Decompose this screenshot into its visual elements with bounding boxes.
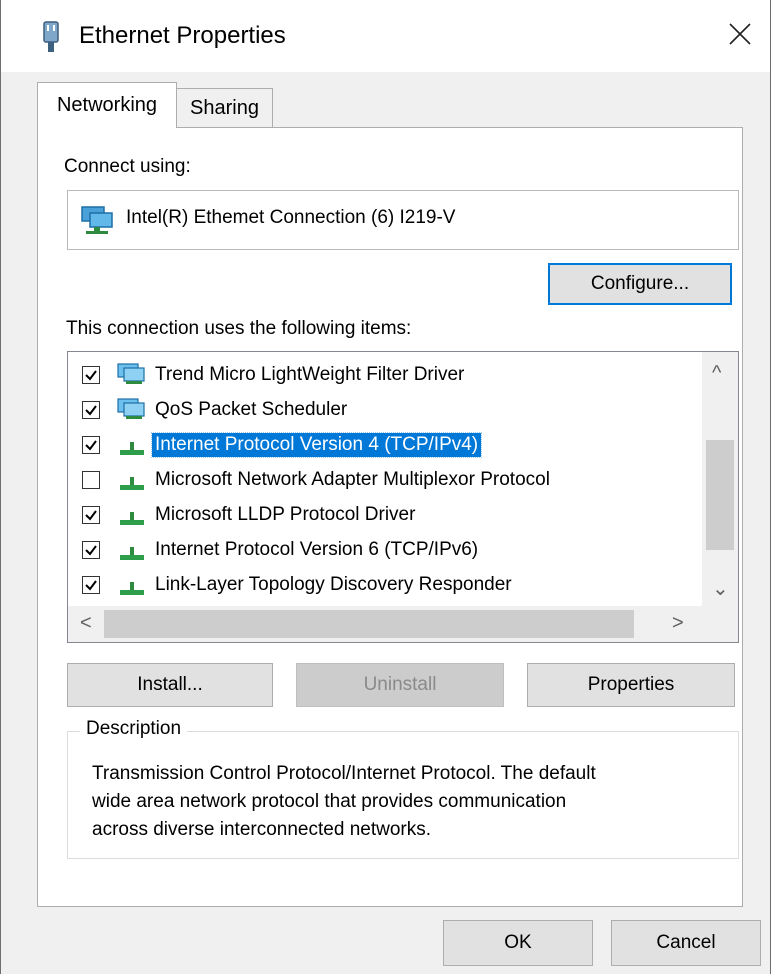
item-checkbox[interactable] [82, 366, 100, 384]
list-item[interactable]: Trend Micro LightWeight Filter Driver [68, 358, 698, 393]
configure-button[interactable]: Configure... [548, 263, 732, 305]
network-adapter-icon [41, 20, 61, 54]
description-text: Transmission Control Protocol/Internet P… [92, 760, 712, 844]
item-checkbox[interactable] [82, 471, 100, 489]
item-checkbox[interactable] [82, 541, 100, 559]
configure-button-label: Configure... [590, 273, 690, 294]
description-line: across diverse interconnected networks. [92, 819, 431, 840]
scroll-down-icon[interactable]: ⌄ [712, 576, 729, 601]
item-label: QoS Packet Scheduler [155, 399, 348, 420]
close-icon [729, 23, 751, 45]
protocol-icon [116, 502, 148, 533]
uninstall-button-label: Uninstall [363, 674, 437, 695]
list-item[interactable]: Link-Layer Topology Discovery Responder [68, 568, 698, 603]
network-service-icon [116, 397, 148, 428]
vertical-scroll-thumb[interactable] [706, 440, 734, 550]
item-label: Microsoft Network Adapter Multiplexor Pr… [155, 469, 550, 490]
item-label: Internet Protocol Version 6 (TCP/IPv6) [155, 539, 479, 560]
horizontal-scroll-thumb[interactable] [104, 610, 634, 638]
properties-button-label: Properties [587, 674, 675, 695]
item-checkbox[interactable] [82, 576, 100, 594]
title-bar: Ethernet Properties [1, 0, 770, 72]
horizontal-scrollbar[interactable]: < > [68, 606, 738, 642]
protocol-icon [116, 432, 148, 463]
item-label: Trend Micro LightWeight Filter Driver [155, 364, 465, 385]
list-item[interactable]: Internet Protocol Version 6 (TCP/IPv6) [68, 533, 698, 568]
protocol-icon [116, 537, 148, 568]
description-line: Transmission Control Protocol/Internet P… [92, 763, 596, 784]
ok-button-label: OK [504, 932, 532, 953]
install-button[interactable]: Install... [67, 663, 273, 707]
scroll-right-icon[interactable]: > [672, 612, 684, 635]
tab-sharing-label: Sharing [190, 97, 259, 119]
list-item[interactable]: QoS Packet Scheduler [68, 393, 698, 428]
description-legend: Description [80, 718, 188, 740]
scroll-left-icon[interactable]: < [80, 612, 92, 635]
network-adapter-icon [80, 205, 114, 240]
list-item[interactable]: Internet Protocol Version 4 (TCP/IPv4) [68, 428, 698, 463]
cancel-button-label: Cancel [656, 932, 716, 953]
properties-button[interactable]: Properties [527, 663, 735, 707]
vertical-scrollbar[interactable]: ^ ⌄ [702, 352, 738, 607]
tab-sharing[interactable]: Sharing [177, 88, 273, 128]
networking-panel: Connect using: Intel(R) Ethemet Connecti… [37, 127, 743, 907]
item-checkbox[interactable] [82, 506, 100, 524]
protocol-icon [116, 467, 148, 498]
description-line: wide area network protocol that provides… [92, 791, 567, 812]
ethernet-properties-window: Ethernet Properties Networking Sharing C… [0, 0, 771, 974]
list-item[interactable]: Microsoft LLDP Protocol Driver [68, 498, 698, 533]
item-checkbox[interactable] [82, 436, 100, 454]
install-button-label: Install... [137, 674, 203, 695]
item-label: Microsoft LLDP Protocol Driver [155, 504, 416, 525]
network-service-icon [116, 362, 148, 393]
item-label: Link-Layer Topology Discovery Responder [155, 574, 512, 595]
ok-button[interactable]: OK [443, 920, 593, 966]
items-list[interactable]: Trend Micro LightWeight Filter Driver Qo… [67, 351, 739, 643]
tab-networking[interactable]: Networking [37, 82, 177, 128]
item-checkbox[interactable] [82, 401, 100, 419]
close-button[interactable] [718, 10, 762, 58]
uninstall-button[interactable]: Uninstall [296, 663, 504, 707]
window-title: Ethernet Properties [79, 22, 286, 49]
adapter-name: Intel(R) Ethemet Connection (6) I219-V [126, 207, 456, 228]
adapter-box: Intel(R) Ethemet Connection (6) I219-V [67, 190, 739, 250]
scroll-up-icon[interactable]: ^ [712, 362, 721, 385]
cancel-button[interactable]: Cancel [611, 920, 761, 966]
item-label: Internet Protocol Version 4 (TCP/IPv4) [150, 432, 483, 458]
description-group: Description Transmission Control Protoco… [67, 718, 739, 859]
connect-using-label: Connect using: [64, 156, 191, 177]
protocol-icon [116, 572, 148, 603]
list-item[interactable]: Microsoft Network Adapter Multiplexor Pr… [68, 463, 698, 498]
items-label: This connection uses the following items… [66, 318, 412, 339]
tab-networking-label: Networking [56, 94, 158, 116]
